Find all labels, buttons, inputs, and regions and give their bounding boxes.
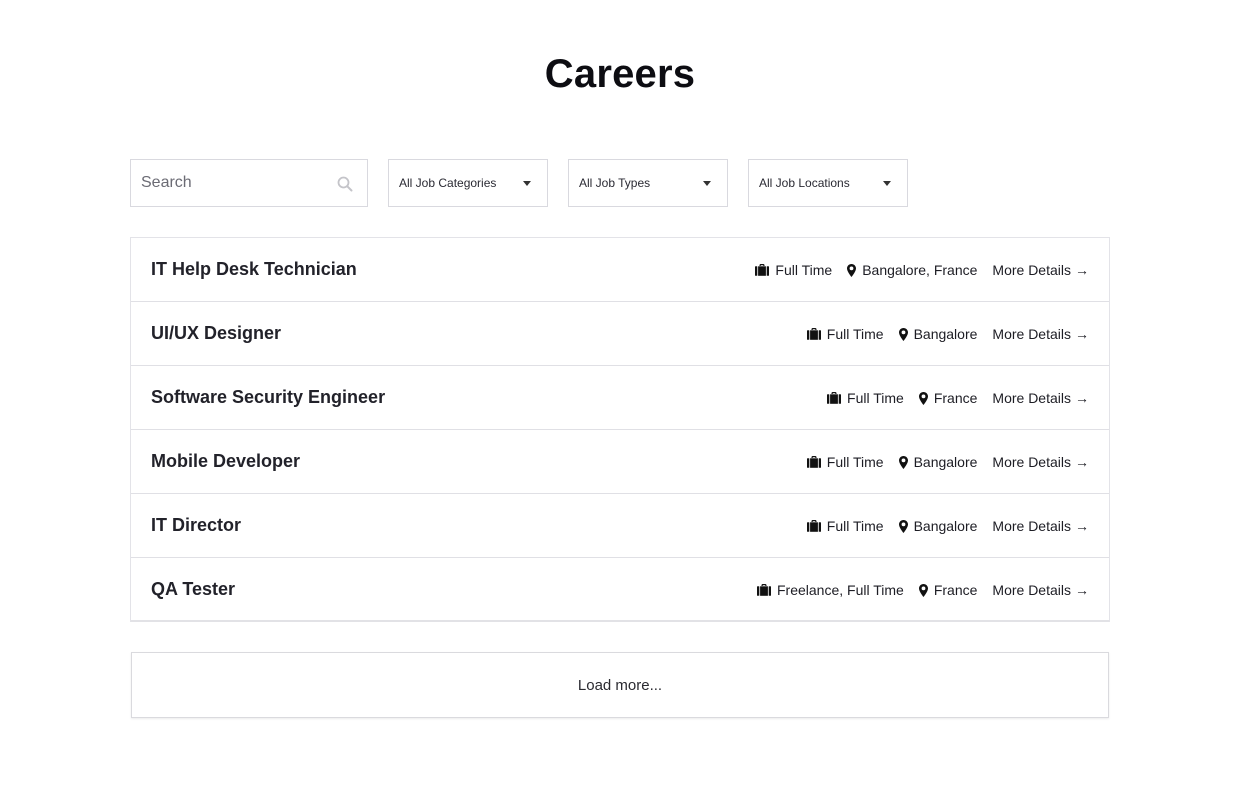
category-select[interactable]: All Job Categories: [388, 159, 548, 207]
job-location: Bangalore, France: [847, 262, 977, 278]
more-details-label: More Details: [992, 262, 1071, 278]
job-type: Full Time: [806, 518, 884, 534]
job-title[interactable]: IT Help Desk Technician: [151, 259, 357, 280]
job-row: QA Tester Freelance, Full Time France Mo…: [131, 558, 1109, 622]
arrow-right-icon: →: [1075, 390, 1089, 406]
briefcase-icon: [755, 264, 770, 276]
more-details-link[interactable]: More Details →: [992, 518, 1089, 534]
job-meta: Full Time Bangalore More Details →: [806, 454, 1089, 470]
briefcase-icon: [806, 328, 821, 340]
job-meta: Full Time Bangalore More Details →: [806, 326, 1089, 342]
job-meta: Full Time Bangalore, France More Details…: [755, 262, 1089, 278]
job-location: Bangalore: [898, 518, 978, 534]
briefcase-icon: [806, 520, 821, 532]
job-location-text: France: [933, 390, 978, 406]
map-pin-icon: [898, 455, 908, 469]
location-select-value: All Job Locations: [759, 176, 850, 190]
more-details-label: More Details: [992, 582, 1071, 598]
job-title[interactable]: Mobile Developer: [151, 451, 300, 472]
more-details-link[interactable]: More Details →: [992, 262, 1089, 278]
job-location-text: Bangalore: [913, 326, 978, 342]
job-type: Full Time: [806, 454, 884, 470]
job-meta: Full Time France More Details →: [827, 390, 1089, 406]
job-type: Full Time: [806, 326, 884, 342]
arrow-right-icon: →: [1075, 454, 1089, 470]
job-meta: Full Time Bangalore More Details →: [806, 518, 1089, 534]
arrow-right-icon: →: [1075, 518, 1089, 534]
job-row: Mobile Developer Full Time Bangalore Mor…: [131, 430, 1109, 494]
caret-down-icon: [523, 181, 531, 186]
job-type-text: Full Time: [826, 518, 884, 534]
job-location-text: Bangalore: [913, 518, 978, 534]
map-pin-icon: [898, 519, 908, 533]
job-title[interactable]: QA Tester: [151, 579, 235, 600]
arrow-right-icon: →: [1075, 582, 1089, 598]
page-title: Careers: [544, 52, 696, 96]
arrow-right-icon: →: [1075, 326, 1089, 342]
job-row: IT Director Full Time Bangalore More Det…: [131, 494, 1109, 558]
location-select[interactable]: All Job Locations: [748, 159, 908, 207]
briefcase-icon: [806, 456, 821, 468]
job-location-text: France: [933, 582, 978, 598]
job-list: IT Help Desk Technician Full Time Bangal…: [130, 237, 1110, 622]
job-type-text: Full Time: [826, 326, 884, 342]
more-details-label: More Details: [992, 518, 1071, 534]
job-type: Full Time: [827, 390, 904, 406]
caret-down-icon: [883, 181, 891, 186]
job-row: IT Help Desk Technician Full Time Bangal…: [131, 238, 1109, 302]
search-box[interactable]: [130, 159, 368, 207]
job-location: France: [918, 582, 978, 598]
job-title[interactable]: Software Security Engineer: [151, 387, 385, 408]
briefcase-icon: [757, 584, 771, 596]
job-title[interactable]: UI/UX Designer: [151, 323, 281, 344]
map-pin-icon: [918, 391, 928, 405]
more-details-label: More Details: [992, 390, 1071, 406]
job-type-text: Freelance, Full Time: [777, 582, 904, 598]
job-row: UI/UX Designer Full Time Bangalore More …: [131, 302, 1109, 366]
more-details-link[interactable]: More Details →: [992, 582, 1089, 598]
job-type-text: Full Time: [847, 390, 904, 406]
search-icon[interactable]: [337, 176, 353, 192]
job-type-select[interactable]: All Job Types: [568, 159, 728, 207]
search-input[interactable]: [141, 160, 331, 206]
map-pin-icon: [898, 327, 908, 341]
job-location: France: [918, 390, 978, 406]
briefcase-icon: [827, 392, 842, 404]
job-type: Freelance, Full Time: [757, 582, 904, 598]
job-location: Bangalore: [898, 454, 978, 470]
map-pin-icon: [847, 263, 857, 277]
job-location-text: Bangalore: [913, 454, 978, 470]
job-location: Bangalore: [898, 326, 978, 342]
job-type-select-value: All Job Types: [579, 176, 651, 190]
job-row: Software Security Engineer Full Time Fra…: [131, 366, 1109, 430]
job-meta: Freelance, Full Time France More Details…: [757, 582, 1089, 598]
caret-down-icon: [703, 181, 711, 186]
more-details-link[interactable]: More Details →: [992, 390, 1089, 406]
arrow-right-icon: →: [1075, 262, 1089, 278]
job-location-text: Bangalore, France: [862, 262, 978, 278]
job-type-text: Full Time: [775, 262, 833, 278]
more-details-link[interactable]: More Details →: [992, 454, 1089, 470]
more-details-label: More Details: [992, 454, 1071, 470]
job-title[interactable]: IT Director: [151, 515, 241, 536]
map-pin-icon: [918, 583, 928, 597]
job-type: Full Time: [755, 262, 832, 278]
load-more-button[interactable]: Load more...: [131, 652, 1109, 718]
category-select-value: All Job Categories: [399, 176, 497, 190]
more-details-label: More Details: [992, 326, 1071, 342]
job-type-text: Full Time: [826, 454, 884, 470]
more-details-link[interactable]: More Details →: [992, 326, 1089, 342]
